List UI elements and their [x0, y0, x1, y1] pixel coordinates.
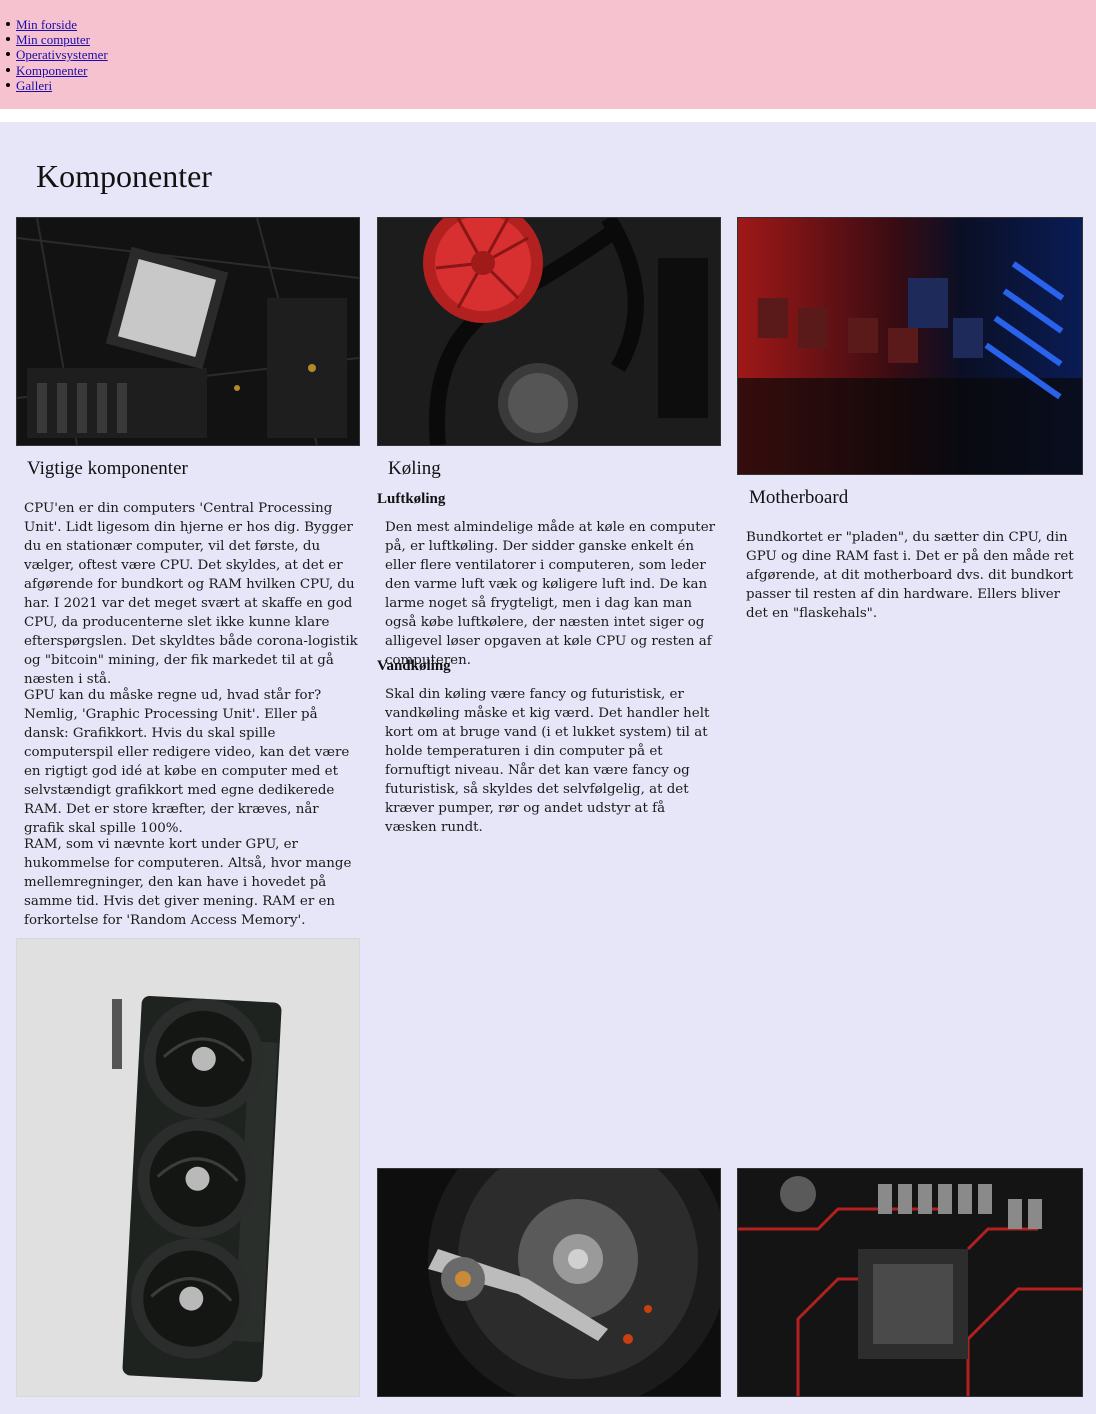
col2-title: Køling [388, 458, 441, 479]
gpu-paragraph: GPU kan du måske regne ud, hvad står for… [24, 688, 350, 836]
nav-item-min-forside: Min forside [6, 17, 108, 32]
motherboard-paragraph: Bundkortet er "pladen", du sætter din CP… [746, 530, 1074, 621]
nav-link-operativsystemer[interactable]: Operativsystemer [16, 47, 108, 62]
hard-drive-image [377, 1168, 721, 1397]
col1-title: Vigtige komponenter [27, 458, 188, 479]
nav-list: Min forside Min computer Operativsysteme… [6, 17, 108, 93]
nav-link-min-computer[interactable]: Min computer [16, 32, 90, 47]
motherboard-image [737, 217, 1083, 475]
cpu-image [16, 217, 360, 446]
nav-item-min-computer: Min computer [6, 32, 108, 47]
air-cooling-heading: Luftkøling [377, 491, 446, 507]
nav-item-komponenter: Komponenter [6, 63, 108, 78]
nav-item-operativsystemer: Operativsystemer [6, 47, 108, 62]
page-title: Komponenter [36, 158, 212, 194]
top-nav: Min forside Min computer Operativsysteme… [0, 0, 1096, 109]
air-cooling-paragraph: Den mest almindelige måde at køle en com… [385, 520, 716, 668]
water-cooling-heading: Vandkøling [377, 658, 451, 674]
nav-link-min-forside[interactable]: Min forside [16, 17, 77, 32]
col3-title: Motherboard [749, 487, 849, 508]
water-cooling-paragraph: Skal din køling være fancy og futuristis… [385, 687, 710, 835]
cpu-paragraph: CPU'en er din computers 'Central Process… [24, 501, 358, 687]
nav-link-komponenter[interactable]: Komponenter [16, 63, 87, 78]
cooling-fan-image [377, 217, 721, 446]
ram-paragraph: RAM, som vi nævnte kort under GPU, er hu… [24, 837, 352, 928]
nav-link-galleri[interactable]: Galleri [16, 78, 52, 93]
main-content: Komponenter Vigtige komponenter CPU'en e… [0, 122, 1096, 1414]
nav-item-galleri: Galleri [6, 78, 108, 93]
gpu-image [16, 938, 360, 1397]
cpu-socket-image [737, 1168, 1083, 1397]
